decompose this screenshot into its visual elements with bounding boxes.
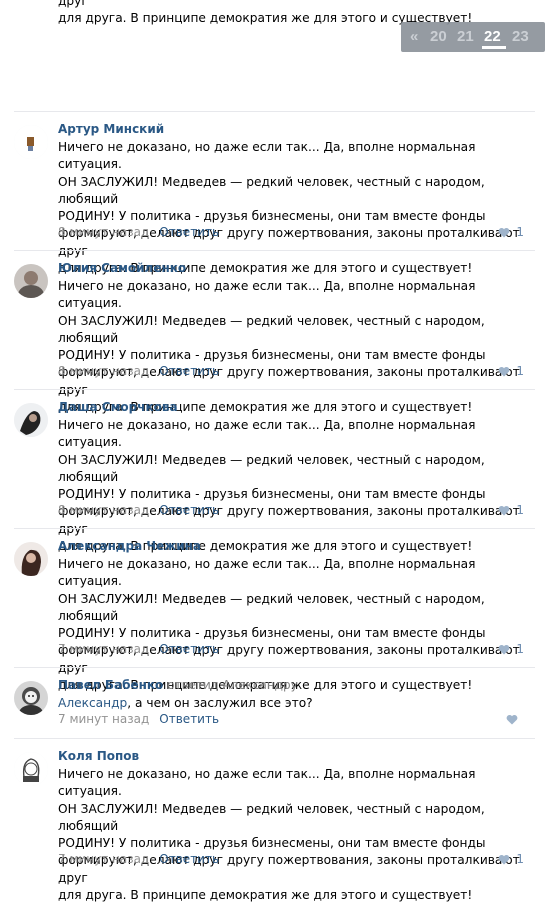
comment-separator	[14, 111, 535, 112]
pager-page-22[interactable]: 22	[484, 28, 501, 45]
author-name[interactable]: Даша Сморчкова	[58, 400, 178, 414]
avatar[interactable]	[14, 125, 48, 159]
replied-to-label[interactable]: ответил Александру	[167, 678, 297, 692]
mention-link[interactable]: Александр	[58, 696, 127, 710]
comment-author[interactable]: Даша Сморчкова	[58, 400, 178, 414]
pager-page-23[interactable]: 23	[512, 28, 529, 45]
comment-separator	[14, 389, 535, 390]
heart-icon	[498, 227, 510, 238]
like-button[interactable]: 1	[498, 503, 524, 517]
comment-author[interactable]: Александра Чежина	[58, 539, 201, 553]
comment-body: Ничего не доказано, но даже если так... …	[58, 279, 520, 415]
comment-author[interactable]: Юлия Самойленко	[58, 261, 186, 275]
comment-text: Ничего не доказано, но даже если так... …	[58, 139, 528, 277]
pager-prev[interactable]: «	[410, 28, 418, 45]
pager-page-21[interactable]: 21	[457, 28, 474, 45]
comment-body: Ничего не доказано, но даже если так... …	[58, 140, 520, 276]
like-button[interactable]: 1	[498, 642, 524, 656]
comment-meta: 7 минут назад Ответить	[58, 642, 219, 656]
comment-body: Ничего не доказано, но даже если так... …	[58, 557, 520, 693]
comment-body: , а чем он заслужил все это?	[127, 696, 313, 710]
author-name[interactable]: Артур Минский	[58, 122, 164, 136]
comment-meta: 7 минут назад Ответить	[58, 852, 219, 866]
comment-separator	[14, 738, 535, 739]
heart-icon	[506, 714, 518, 725]
like-button[interactable]: 1	[498, 364, 524, 378]
like-count: 1	[516, 642, 524, 656]
avatar[interactable]	[14, 681, 48, 715]
like-button[interactable]: 1	[498, 225, 524, 239]
like-count: 1	[516, 364, 524, 378]
comment-meta: 7 минут назад Ответить	[58, 712, 219, 726]
comment-separator	[14, 667, 535, 668]
comment-separator	[14, 250, 535, 251]
comment-author[interactable]: Артур Минский	[58, 122, 164, 136]
like-count: 1	[516, 503, 524, 517]
comment-meta: 8 минут назад Ответить	[58, 225, 219, 239]
like-count: 1	[516, 852, 524, 866]
pager-page-20[interactable]: 20	[430, 28, 447, 45]
comment-text: Ничего не доказано, но даже если так... …	[58, 278, 528, 416]
pagination-overlay: « 20 21 22 23	[401, 22, 545, 52]
comment-time[interactable]: 7 минут назад	[58, 642, 149, 656]
comment-time[interactable]: 7 минут назад	[58, 712, 149, 726]
reply-button[interactable]: Ответить	[159, 712, 219, 726]
comment-time[interactable]: 7 минут назад	[58, 852, 149, 866]
pager-active-underline	[482, 46, 506, 49]
like-count: 1	[516, 225, 524, 239]
comment-separator	[14, 528, 535, 529]
comment-text: Ничего не доказано, но даже если так... …	[58, 556, 528, 694]
comment-author[interactable]: Павел Бабенко ответил Александру	[58, 678, 298, 692]
reply-button[interactable]: Ответить	[159, 642, 219, 656]
avatar[interactable]	[14, 542, 48, 576]
comment-meta: 8 минут назад Ответить	[58, 503, 219, 517]
heart-icon	[498, 644, 510, 655]
avatar[interactable]	[14, 752, 48, 786]
like-button[interactable]: 1	[498, 852, 524, 866]
heart-icon	[498, 854, 510, 865]
comment-body: Ничего не доказано, но даже если так... …	[58, 767, 520, 903]
reply-button[interactable]: Ответить	[159, 852, 219, 866]
comment-time[interactable]: 8 минут назад	[58, 225, 149, 239]
author-name[interactable]: Павел Бабенко	[58, 678, 163, 692]
avatar[interactable]	[14, 264, 48, 298]
author-name[interactable]: Александра Чежина	[58, 539, 201, 553]
author-name[interactable]: Юлия Самойленко	[58, 261, 186, 275]
comment-body: Ничего не доказано, но даже если так... …	[58, 418, 520, 554]
like-button[interactable]	[506, 712, 524, 726]
comment-time[interactable]: 8 минут назад	[58, 503, 149, 517]
avatar[interactable]	[14, 403, 48, 437]
author-name[interactable]: Коля Попов	[58, 749, 139, 763]
comment-meta: 8 минут назад Ответить	[58, 364, 219, 378]
comment-text: Александр, а чем он заслужил все это?	[58, 695, 528, 712]
heart-icon	[498, 505, 510, 516]
reply-button[interactable]: Ответить	[159, 225, 219, 239]
comment-author[interactable]: Коля Попов	[58, 749, 139, 763]
comment-time[interactable]: 8 минут назад	[58, 364, 149, 378]
heart-icon	[498, 366, 510, 377]
reply-button[interactable]: Ответить	[159, 364, 219, 378]
comment-text: Ничего не доказано, но даже если так... …	[58, 417, 528, 555]
reply-button[interactable]: Ответить	[159, 503, 219, 517]
comment-text: Ничего не доказано, но даже если так... …	[58, 766, 528, 904]
